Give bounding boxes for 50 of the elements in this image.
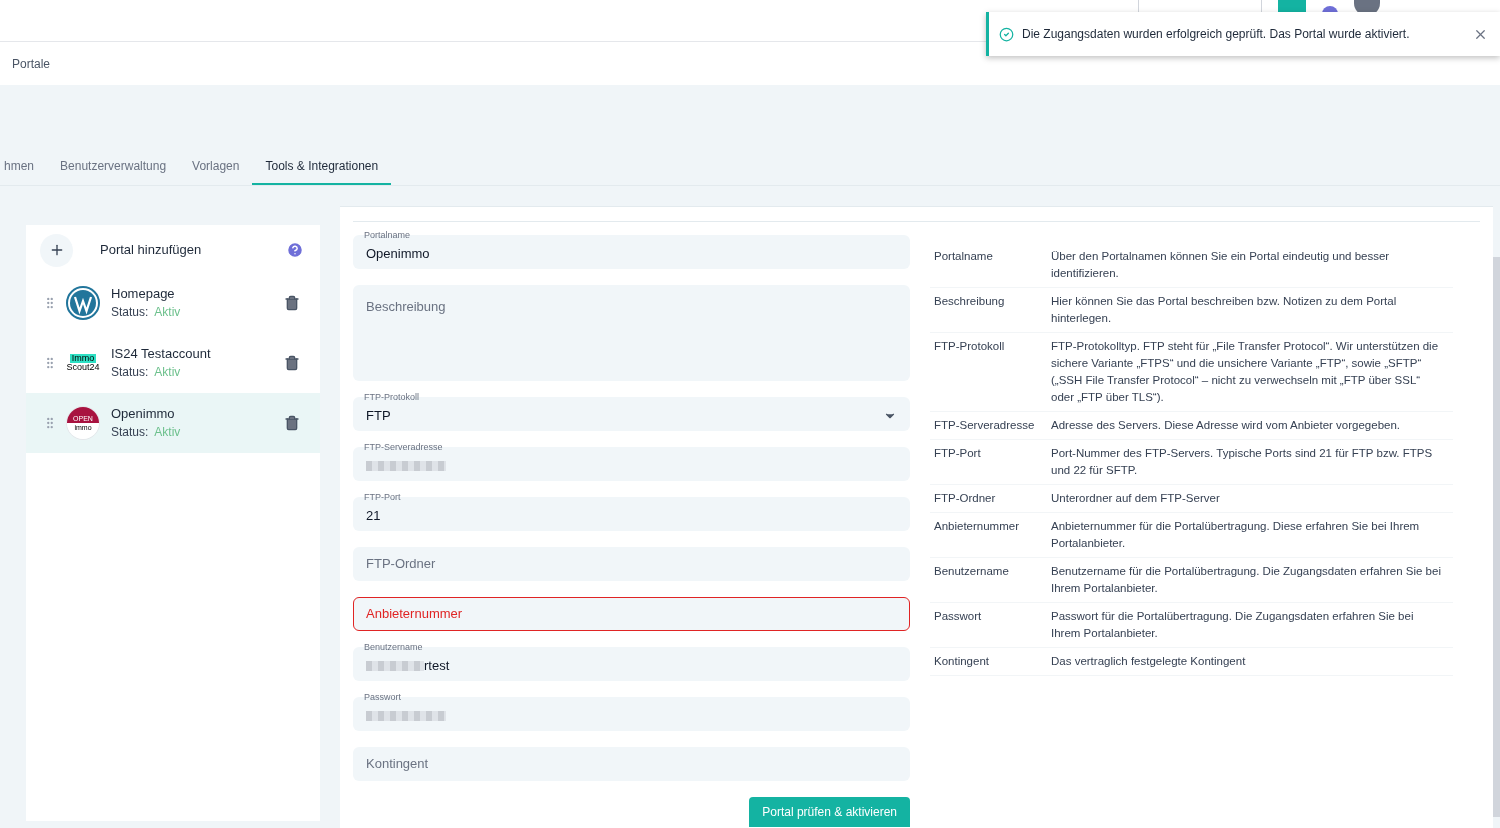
help-text: Hier können Sie das Portal beschreiben bzw. Notizen zu dem Portal hinterlegen. bbox=[1051, 294, 1398, 326]
status-label: Status: bbox=[111, 304, 149, 321]
help-term: Passwort bbox=[933, 609, 983, 624]
tab[interactable]: Benutzerverwaltung bbox=[47, 148, 180, 185]
input-field[interactable]: Kontingent bbox=[353, 747, 910, 781]
breadcrumb[interactable]: Portale bbox=[12, 54, 51, 73]
help-text: Benutzername für die Portalübertragung. Die Zugangsdaten erfahren Sie bei Ihrem Portalanbieter. bbox=[1051, 564, 1442, 596]
input-field[interactable]: FTP-Ordner bbox=[353, 547, 910, 581]
tab[interactable]: Tools & Integrationen bbox=[252, 148, 392, 185]
help-term: Beschreibung bbox=[933, 294, 1006, 309]
add-portal-label[interactable]: Portal hinzufügen bbox=[100, 240, 286, 260]
immoscout-logo: Immo Scout24 bbox=[66, 354, 100, 372]
help-text: Über den Portalnamen können Sie ein Portal eindeutig und besser identifizieren. bbox=[1051, 249, 1391, 281]
help-text: Passwort für die Portalübertragung. Die Zugangsdaten erfahren Sie bei Ihrem Portalanbieter. bbox=[1051, 609, 1415, 641]
toast-message: Die Zugangsdaten wurden erfolgreich geprüft. Das Portal wurde aktiviert. bbox=[1022, 26, 1411, 43]
status-value: Aktiv bbox=[154, 304, 181, 321]
help-term: Benutzername bbox=[933, 564, 1010, 579]
help-text: FTP-Protokolltyp. FTP steht für „File Transfer Protocol“. Wir unterstützen die sichere Variante „FTPS“ und die unsichere Variante „FTP“, sowie „SFTP“ („SSH File Transfer Protocol“ – nicht zu verwechseln mit „FTP über SSL“ oder „FTP über TLS“). bbox=[1051, 339, 1440, 405]
help-term: Kontingent bbox=[933, 654, 990, 669]
help-term: FTP-Port bbox=[933, 446, 982, 461]
tab[interactable]: hmen bbox=[0, 148, 48, 185]
help-term: FTP-Protokoll bbox=[933, 339, 1006, 354]
help-text: Das vertraglich festgelegte Kontingent bbox=[1051, 654, 1247, 669]
help-text: Unterordner auf dem FTP-Server bbox=[1051, 491, 1221, 506]
help-text: Port-Nummer des FTP-Servers. Typische Ports sind 21 für FTP bzw. FTPS und 22 für SFTP. bbox=[1051, 446, 1434, 478]
delete-icon[interactable] bbox=[284, 415, 300, 431]
status-value: Aktiv bbox=[154, 364, 181, 381]
help-text: Anbieternummer für die Portalübertragung. Diese erfahren Sie bei Ihrem Portalanbieter. bbox=[1051, 519, 1421, 551]
delete-icon[interactable] bbox=[284, 355, 300, 371]
status-label: Status: bbox=[111, 364, 149, 381]
wordpress-logo bbox=[66, 286, 100, 320]
help-term: Anbieternummer bbox=[933, 519, 1020, 534]
portal-name: IS24 Testaccount bbox=[111, 345, 212, 363]
tab[interactable]: Vorlagen bbox=[179, 148, 253, 185]
redacted-value bbox=[366, 661, 424, 671]
portal-name: Openimmo bbox=[111, 405, 176, 423]
scrollbar[interactable] bbox=[1493, 257, 1500, 817]
delete-icon[interactable] bbox=[284, 295, 300, 311]
portal-name: Homepage bbox=[111, 285, 176, 303]
check-circle-icon bbox=[999, 26, 1014, 42]
description-textarea[interactable]: Beschreibung bbox=[353, 285, 910, 381]
help-term: FTP-Serveradresse bbox=[933, 418, 1036, 433]
status-value: Aktiv bbox=[154, 424, 181, 441]
help-term: FTP-Ordner bbox=[933, 491, 997, 506]
add-portal-button[interactable] bbox=[40, 233, 73, 267]
input-field[interactable]: Anbieternummer bbox=[353, 597, 910, 631]
status-label: Status: bbox=[111, 424, 149, 441]
help-icon[interactable] bbox=[286, 241, 304, 259]
help-term: Portalname bbox=[933, 249, 994, 264]
help-text: Adresse des Servers. Diese Adresse wird vom Anbieter vorgegeben. bbox=[1051, 418, 1401, 433]
